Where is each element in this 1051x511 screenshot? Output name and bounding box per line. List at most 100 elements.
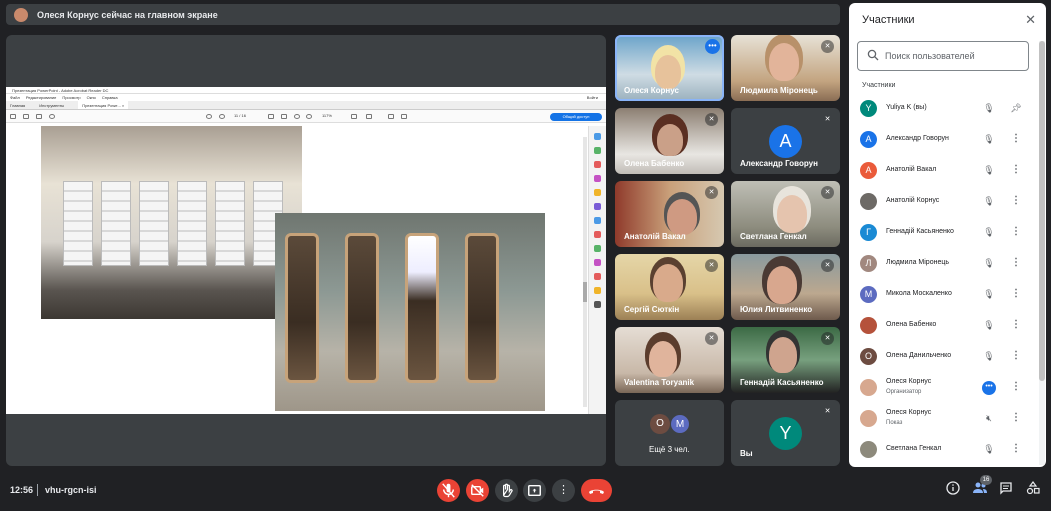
more-vert-icon[interactable]: ⋮ [1011,225,1021,239]
list-item[interactable]: Светлана Генкал 🎙︎ ⋮ [849,435,1037,466]
tile-svetlana-genkal[interactable]: ✕ Светлана Генкал [731,181,840,247]
participant-role: Показ [886,420,903,426]
participant-name: Анатолій Корнус [886,197,940,204]
acrobat-right-tools [588,126,606,414]
acrobat-title: Презентация PowerPoint - Adobe Acrobat R… [6,87,606,94]
mic-off-icon: 🎙︎ [983,103,995,113]
speaking-icon: ••• [982,381,996,395]
avatar: Y [860,100,877,117]
mic-off-icon: 🎙︎ [983,165,995,175]
raise-hand-button[interactable] [495,479,518,502]
participant-name: Олеся Корнус [886,378,932,385]
mic-off-icon: 🎙︎ [983,351,995,361]
participant-name: Олена Данильченко [886,352,952,359]
avatar: Г [860,224,877,241]
participant-name: Yuliya K (вы) [886,104,927,111]
list-item[interactable]: О Олена Данильченко 🎙︎ ⋮ [849,342,1037,373]
mic-toggle-button[interactable] [437,479,460,502]
tile-hennadiy-kasyanenko[interactable]: ✕ Геннадій Касьяненко [731,327,840,393]
banner-text: Олеся Корнус сейчас на главном экране [37,9,218,20]
list-item[interactable]: Олеся Корнус Организатор ••• ⋮ [849,373,1037,404]
activities-button[interactable] [1024,481,1042,499]
leave-call-button[interactable] [581,479,612,502]
fit-icon [351,114,357,119]
tile-olena-babenko[interactable]: ✕ Олена Бабенко [615,108,724,174]
present-screen-button[interactable] [523,479,546,502]
pin-icon[interactable]: 📌︎ [1009,101,1023,115]
tile-name: Сергій Сюткін [624,305,680,314]
more-vert-icon[interactable]: ⋮ [1011,256,1021,270]
participant-name: Олена Бабенко [886,321,937,328]
list-item[interactable]: Анатолій Корнус 🎙︎ ⋮ [849,187,1037,218]
acrobat-tab: Инструменты [39,103,65,108]
tile-serhiy-syutkin[interactable]: ✕ Сергій Сюткін [615,254,724,320]
camera-off-icon [471,484,484,497]
close-icon[interactable]: ✕ [1025,12,1036,28]
avatar [860,317,877,334]
tile-name: Светлана Генкал [740,232,807,241]
participant-name: Людмила Міронець [886,259,950,266]
list-item[interactable]: А Анатолій Вакал 🎙︎ ⋮ [849,156,1037,187]
more-vert-icon[interactable]: ⋮ [1011,380,1021,394]
tile-aleksandr-govorun[interactable]: А ✕ Александр Говорун [731,108,840,174]
more-vert-icon[interactable]: ⋮ [1011,163,1021,177]
hand-icon [281,114,287,119]
more-options-button[interactable]: ⋮ [552,479,575,502]
tile-anatoliy-vakal[interactable]: ✕ Анатолій Вакал [615,181,724,247]
list-item[interactable]: Л Людмила Міронець 🎙︎ ⋮ [849,249,1037,280]
camera-toggle-button[interactable] [466,479,489,502]
pdf-page [11,126,582,411]
avatar [860,193,877,210]
panel-scrollbar[interactable] [1039,41,1045,465]
mic-off-icon: 🎙︎ [983,227,995,237]
more-vert-icon[interactable]: ⋮ [1011,442,1021,456]
mic-off-icon: ✕ [705,186,718,199]
list-item[interactable]: А Александр Говорун 🎙︎ ⋮ [849,125,1037,156]
tile-olesya-kornus[interactable]: ••• Олеся Корнус [615,35,724,101]
menu-item: Справка [101,95,118,100]
tile-more-participants[interactable]: О М Ещё 3 чел. [615,400,724,466]
tile-you[interactable]: Y ✕ Вы [731,400,840,466]
hang-up-icon [589,489,604,494]
acrobat-share-button: Общий доступ [550,113,602,121]
more-vert-icon[interactable]: ⋮ [1011,411,1021,425]
tile-lyudmila-mironets[interactable]: ✕ Людмила Міронець [731,35,840,101]
more-vert-icon[interactable]: ⋮ [1011,287,1021,301]
comment-icon [388,114,394,119]
control-bar: 12:56 vhu-rgcn-isi ⋮ 16 [0,472,1051,511]
avatar [860,441,877,458]
shapes-icon [1026,481,1040,495]
presenting-banner: Олеся Корнус сейчас на главном экране [6,4,840,25]
participants-list: Y Yuliya K (вы) 🎙︎ 📌︎ А Александр Говору… [849,94,1037,466]
search-icon [867,49,879,61]
tile-name: Олена Бабенко [624,159,685,168]
search-input[interactable] [885,49,1023,63]
save-icon [10,114,16,119]
list-item[interactable]: Олена Бабенко 🎙︎ ⋮ [849,311,1037,342]
list-item[interactable]: Y Yuliya K (вы) 🎙︎ 📌︎ [849,94,1037,125]
acrobat-signin: Войти [586,95,598,100]
presentation-stage[interactable]: Презентация PowerPoint - Adobe Acrobat R… [6,35,606,466]
more-dots-icon[interactable]: ••• [705,39,720,54]
more-vert-icon[interactable]: ⋮ [1011,349,1021,363]
acrobat-menu: Файл Редактирование Просмотр Окно Справк… [6,94,606,101]
list-item[interactable]: Г Геннадій Касьяненко 🎙︎ ⋮ [849,218,1037,249]
tile-valentina-toryanik[interactable]: ✕ Valentina Toryanik [615,327,724,393]
meeting-info-button[interactable] [944,481,962,499]
mic-off-icon: 🎙︎ [983,444,995,454]
more-vert-icon[interactable]: ⋮ [1011,194,1021,208]
more-vert-icon[interactable]: ⋮ [1011,132,1021,146]
volume-off-icon: 🔇︎ [986,413,992,423]
chat-button[interactable] [997,481,1015,499]
tile-name: Анатолій Вакал [624,232,686,241]
list-item[interactable]: Олеся Корнус Показ 🔇︎ ⋮ [849,404,1037,435]
hand-icon [502,483,513,498]
mic-off-icon [442,483,455,498]
participant-name: Светлана Генкал [886,445,942,452]
list-item[interactable]: М Микола Москаленко 🎙︎ ⋮ [849,280,1037,311]
avatar: О [860,348,877,365]
tile-yuliya-lytvynenko[interactable]: ✕ Юлия Литвиненко [731,254,840,320]
mic-off-icon: ✕ [821,40,834,53]
avatar: О [650,414,670,434]
more-vert-icon[interactable]: ⋮ [1011,318,1021,332]
